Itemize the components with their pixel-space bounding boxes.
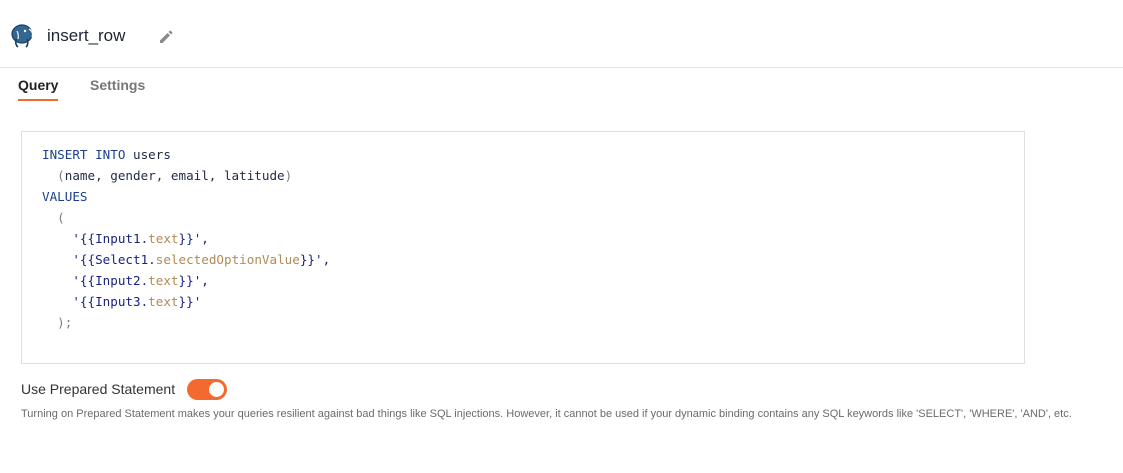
pencil-icon[interactable] <box>158 29 174 45</box>
code-token: ); <box>42 315 73 330</box>
code-line: ); <box>42 312 1024 333</box>
query-header: insert_row <box>0 0 1123 68</box>
code-token: text <box>148 294 179 309</box>
code-line: INSERT INTO users <box>42 144 1024 165</box>
code-token: {{Input3. <box>79 294 149 309</box>
code-line: '{{Input3.text}}' <box>42 291 1024 312</box>
code-line: '{{Input1.text}}', <box>42 228 1024 249</box>
code-token: {{Input2. <box>79 273 149 288</box>
code-token: ' <box>193 294 202 309</box>
code-token: ( <box>42 210 65 225</box>
code-token: ', <box>193 273 209 288</box>
prepared-statement-help-text: Turning on Prepared Statement makes your… <box>21 408 1072 420</box>
postgresql-elephant-icon <box>11 24 34 48</box>
code-token: ' <box>42 273 80 288</box>
code-token: {{Input1. <box>79 231 149 246</box>
code-token: ' <box>42 231 80 246</box>
code-token: text <box>148 273 179 288</box>
code-token: {{Select1. <box>79 252 156 267</box>
code-token: }} <box>299 252 315 267</box>
code-line: (name, gender, email, latitude) <box>42 165 1024 186</box>
code-token: users <box>125 147 171 162</box>
code-token: }} <box>178 231 194 246</box>
query-tabs: Query Settings <box>0 68 1123 104</box>
code-line: '{{Select1.selectedOptionValue}}', <box>42 249 1024 270</box>
code-token: text <box>148 231 179 246</box>
code-token: ) <box>284 168 293 183</box>
code-line: '{{Input2.text}}', <box>42 270 1024 291</box>
code-line: ( <box>42 207 1024 228</box>
code-token: }} <box>178 294 194 309</box>
code-token: ( <box>42 168 65 183</box>
code-token: INSERT INTO <box>42 147 126 162</box>
code-token: ', <box>193 231 209 246</box>
prepared-statement-toggle[interactable] <box>187 379 227 400</box>
sql-code-editor[interactable]: INSERT INTO users (name, gender, email, … <box>21 131 1025 364</box>
code-token: ' <box>42 252 80 267</box>
code-token: }} <box>178 273 194 288</box>
tab-settings[interactable]: Settings <box>90 77 145 101</box>
code-line: VALUES <box>42 186 1024 207</box>
code-token: ', <box>314 252 331 267</box>
toggle-knob <box>209 382 224 397</box>
tab-query[interactable]: Query <box>18 77 59 101</box>
code-token: name, gender, email, latitude <box>64 168 285 183</box>
prepared-statement-label: Use Prepared Statement <box>21 381 176 397</box>
code-token: ' <box>42 294 80 309</box>
code-token: selectedOptionValue <box>155 252 300 267</box>
query-name[interactable]: insert_row <box>47 26 125 46</box>
code-token: VALUES <box>42 189 88 204</box>
